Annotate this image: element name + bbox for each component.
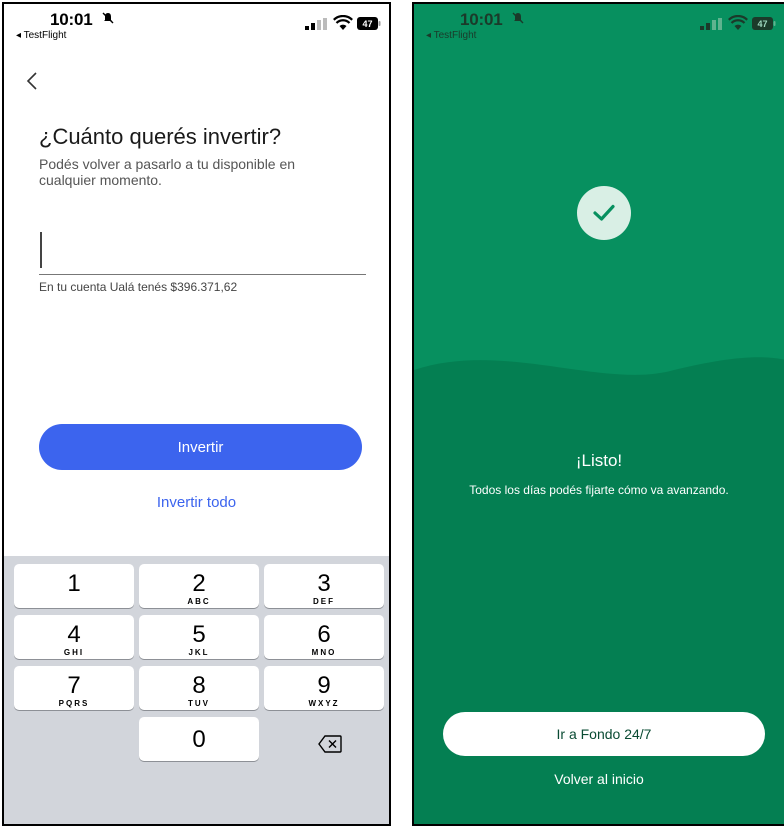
key-1[interactable]: 1 xyxy=(14,564,134,608)
wifi-icon xyxy=(333,15,353,30)
status-bar: 10:01 ◂ TestFlight 47 xyxy=(414,10,784,50)
check-icon xyxy=(593,204,615,221)
amount-input[interactable] xyxy=(39,230,366,275)
status-bar: 10:01 ◂ TestFlight 47 xyxy=(4,10,389,50)
invest-button[interactable]: Invertir xyxy=(39,424,362,470)
success-screen: 10:01 ◂ TestFlight 47 ¡Listo! Todos los … xyxy=(412,2,784,826)
account-balance-text: En tu cuenta Ualá tenés $396.371,62 xyxy=(39,280,238,294)
success-badge xyxy=(577,186,631,240)
delete-key[interactable] xyxy=(270,722,389,766)
success-subtitle: Todos los días podés fijarte cómo va ava… xyxy=(469,483,729,497)
key-9[interactable]: 9 WXYZ xyxy=(264,666,384,710)
success-title: ¡Listo! xyxy=(575,451,623,470)
key-8[interactable]: 8 TUV xyxy=(139,666,259,710)
backspace-icon xyxy=(318,735,342,753)
invest-amount-screen: 10:01 ◂ TestFlight 47 ¿Cuánto querés inv… xyxy=(2,2,391,826)
key-5[interactable]: 5 JKL xyxy=(139,615,259,659)
battery-level: 47 xyxy=(362,19,372,29)
battery-icon: 47 xyxy=(752,17,776,30)
silent-bell-icon xyxy=(512,12,524,27)
go-to-fund-button[interactable]: Ir a Fondo 24/7 xyxy=(443,712,765,756)
back-to-testflight-link[interactable]: ◂ TestFlight xyxy=(426,30,476,41)
status-time: 10:01 xyxy=(50,10,93,29)
status-time: 10:01 xyxy=(460,10,503,29)
wifi-icon xyxy=(728,15,748,30)
battery-level: 47 xyxy=(757,19,767,29)
key-3[interactable]: 3 DEF xyxy=(264,564,384,608)
key-2[interactable]: 2 ABC xyxy=(139,564,259,608)
back-to-home-link[interactable]: Volver al inicio xyxy=(414,771,784,787)
key-0[interactable]: 0 xyxy=(139,717,259,761)
silent-bell-icon xyxy=(102,12,114,27)
key-6[interactable]: 6 MNO xyxy=(264,615,384,659)
key-4[interactable]: 4 GHI xyxy=(14,615,134,659)
numeric-keypad: 1 2 ABC 3 DEF 4 GHI 5 JKL 6 MNO 7 PQRS 8 xyxy=(4,556,389,824)
cellular-signal-icon xyxy=(700,18,722,30)
key-7[interactable]: 7 PQRS xyxy=(14,666,134,710)
battery-icon: 47 xyxy=(357,17,381,30)
cellular-signal-icon xyxy=(305,18,327,30)
page-title: ¿Cuánto querés invertir? xyxy=(39,124,282,149)
invest-all-link[interactable]: Invertir todo xyxy=(4,494,389,511)
page-subtitle: Podés volver a pasarlo a tu disponible e… xyxy=(39,156,296,188)
back-chevron-icon[interactable] xyxy=(26,70,38,96)
back-to-testflight-link[interactable]: ◂ TestFlight xyxy=(16,30,66,41)
text-cursor xyxy=(40,232,42,268)
